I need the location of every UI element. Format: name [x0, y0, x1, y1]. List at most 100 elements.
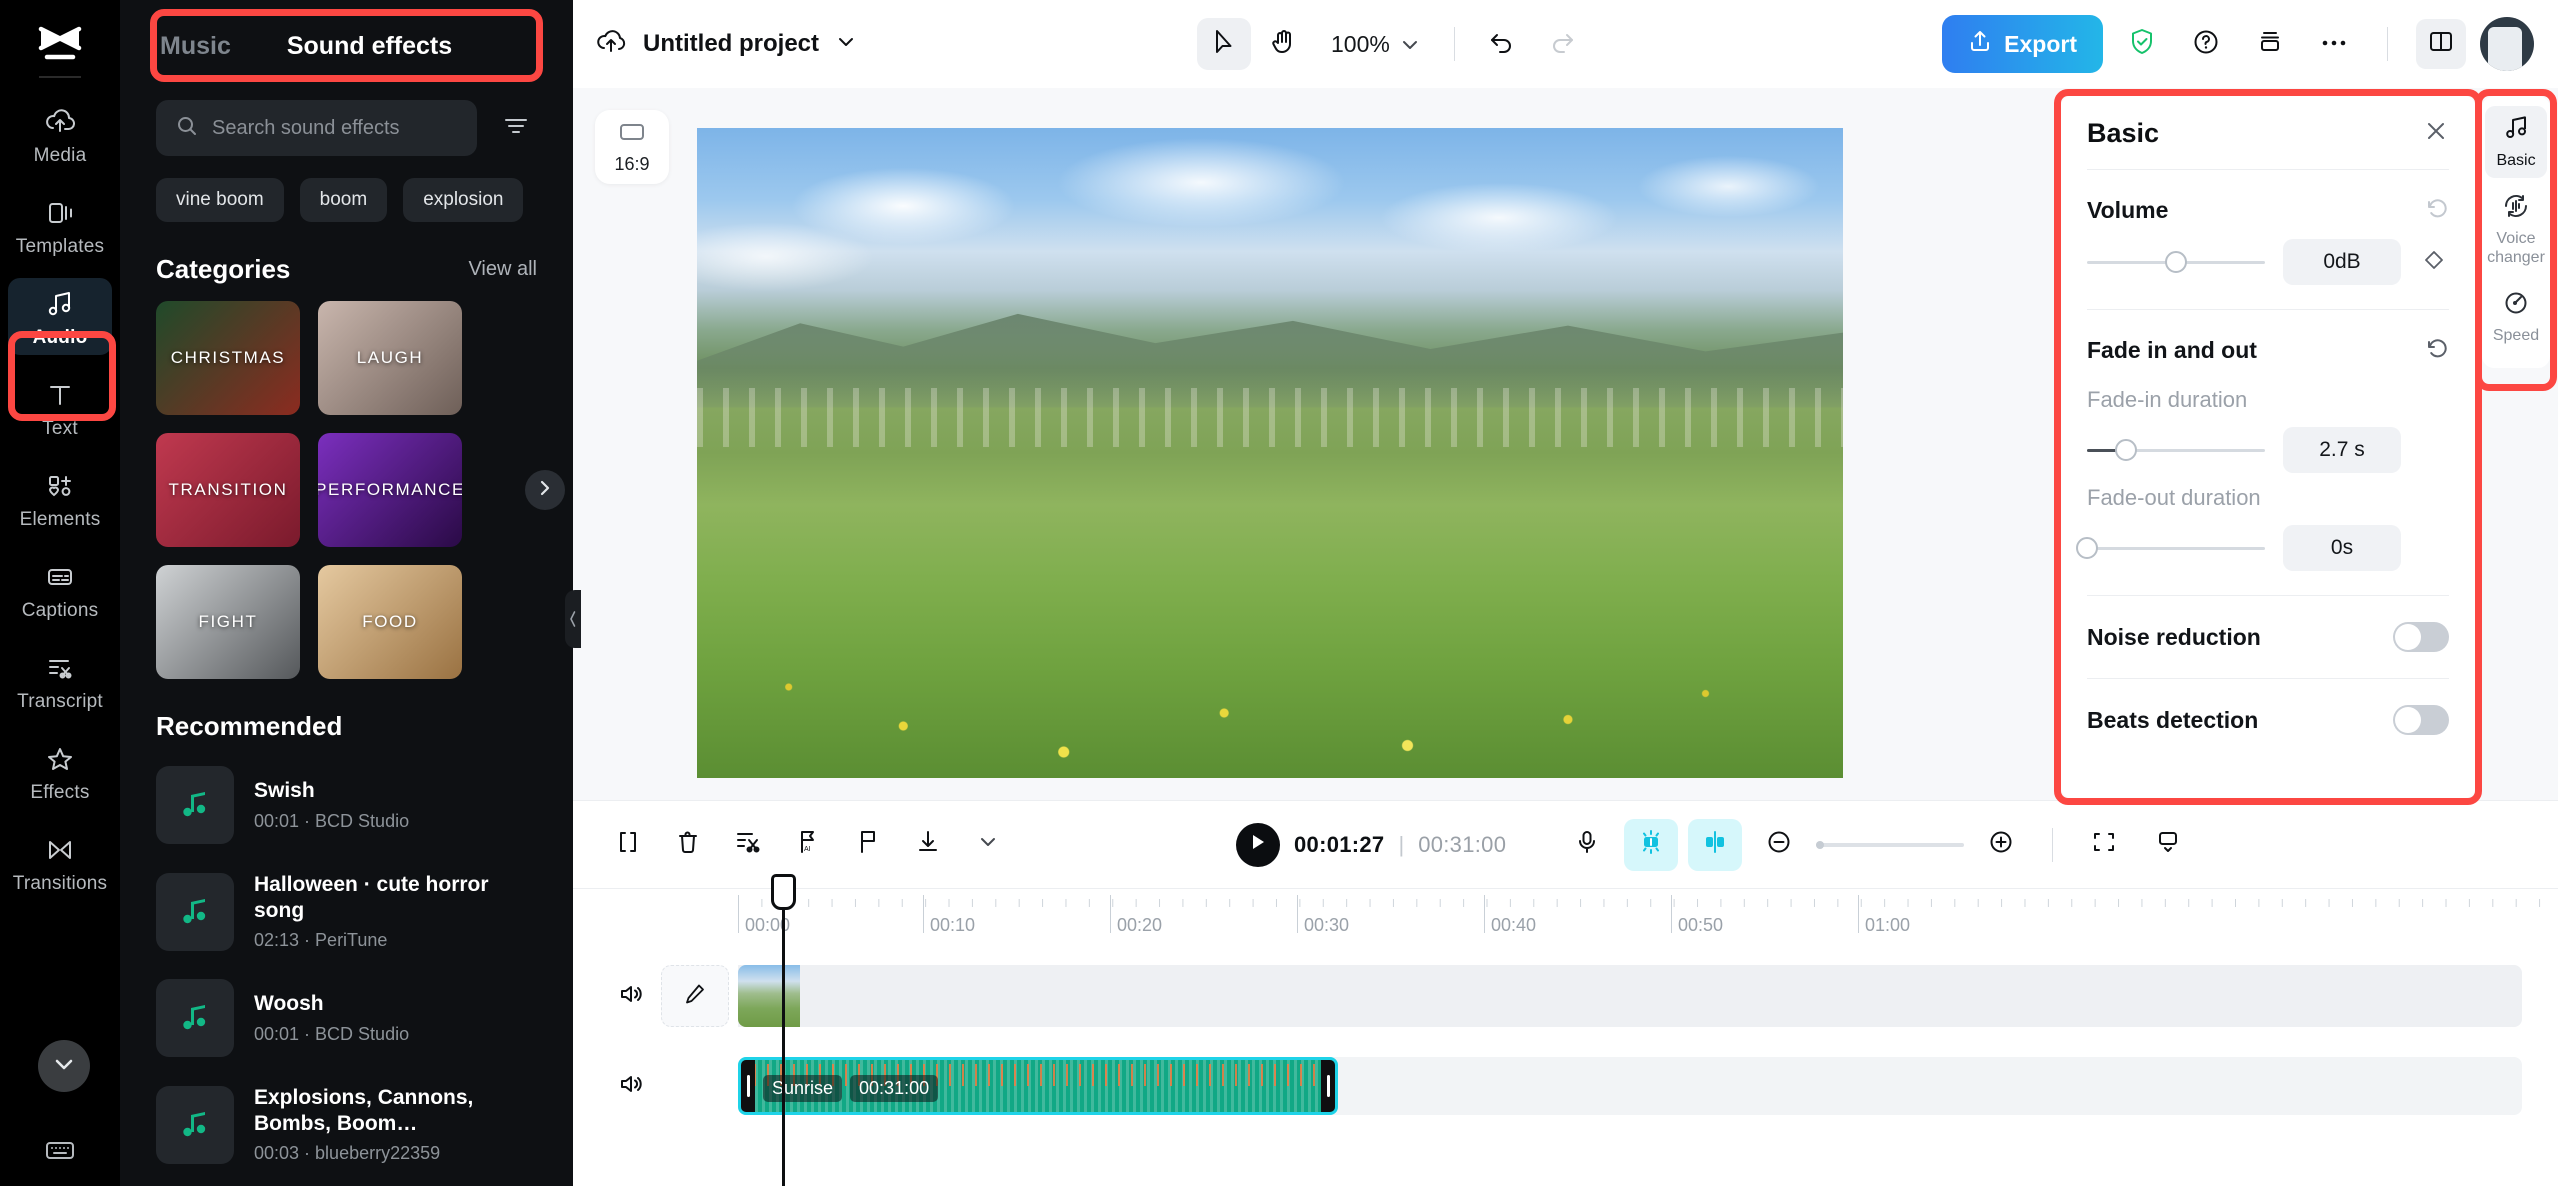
download-button[interactable] [901, 819, 955, 871]
video-preview-canvas[interactable] [697, 128, 1843, 778]
timeline-zoom-slider[interactable] [1816, 840, 1965, 849]
ai-marker-button[interactable]: AI [781, 819, 835, 871]
delete-button[interactable] [661, 819, 715, 871]
category-tile[interactable]: FOOD [318, 565, 462, 679]
sidebar-item-captions[interactable]: Captions [8, 551, 112, 628]
panel-resize-handle[interactable] [565, 590, 581, 648]
fit-to-screen-button[interactable] [2077, 819, 2131, 871]
download-more-button[interactable] [961, 819, 1015, 871]
audio-clip[interactable]: Sunrise 00:31:00 [738, 1057, 1338, 1115]
fade-out-value[interactable]: 0s [2283, 525, 2401, 571]
search-input[interactable] [212, 116, 457, 140]
track-options-button[interactable] [2141, 819, 2195, 871]
video-track-mute-button[interactable] [611, 982, 651, 1011]
sidebar-item-transitions[interactable]: Transitions [8, 824, 112, 901]
sidebar-item-text[interactable]: Text [8, 369, 112, 446]
tab-sound-effects[interactable]: Sound effects [287, 32, 452, 61]
music-note-icon [156, 1085, 234, 1164]
top-toolbar: Untitled project 100% Export [573, 0, 2558, 88]
avatar[interactable] [2480, 17, 2534, 71]
flag-icon [856, 829, 880, 860]
sidebar-item-effects[interactable]: Effects [8, 733, 112, 810]
chip-explosion[interactable]: explosion [403, 178, 524, 222]
video-clip[interactable] [738, 965, 800, 1027]
audio-track-mute-button[interactable] [611, 1072, 651, 1101]
sidebar-collapse-button[interactable] [38, 1040, 90, 1092]
volume-value[interactable]: 0dB [2283, 239, 2401, 285]
project-title[interactable]: Untitled project [643, 30, 819, 58]
layout-toggle-button[interactable] [2416, 19, 2466, 69]
volume-keyframe-button[interactable] [2419, 249, 2449, 276]
sidebar-item-audio[interactable]: Audio [8, 278, 112, 355]
sidebar-item-elements[interactable]: Elements [8, 460, 112, 537]
playhead[interactable] [771, 874, 796, 1186]
layers-button[interactable] [2245, 19, 2295, 69]
chip-vine-boom[interactable]: vine boom [156, 178, 284, 222]
fade-reset-button[interactable] [2425, 336, 2449, 365]
zoom-out-button[interactable] [1752, 819, 1806, 871]
video-edit-button[interactable] [661, 965, 729, 1027]
sidebar-item-label: Transcript [17, 691, 103, 712]
play-button[interactable] [1236, 822, 1280, 867]
search-box[interactable] [156, 100, 477, 156]
marker-button[interactable] [841, 819, 895, 871]
auto-beat-button[interactable] [1624, 818, 1679, 871]
categories-next-button[interactable] [525, 470, 565, 510]
beats-detection-toggle[interactable] [2393, 705, 2449, 735]
chip-boom[interactable]: boom [299, 178, 388, 222]
export-button[interactable]: Export [1942, 15, 2103, 73]
shield-check-button[interactable] [2117, 19, 2167, 69]
audio-clip-right-handle[interactable] [1321, 1060, 1335, 1112]
zoom-in-button[interactable] [1974, 819, 2028, 871]
keyboard-shortcuts-button[interactable] [0, 1137, 120, 1168]
noise-reduction-toggle[interactable] [2393, 622, 2449, 652]
plus-circle-icon [1988, 829, 2014, 860]
capcut-logo-icon[interactable] [30, 22, 90, 68]
noise-reduction-row: Noise reduction [2061, 596, 2475, 678]
list-item[interactable]: Halloween · cute horror song 02:13 · Per… [156, 858, 537, 965]
list-item[interactable]: Swish 00:01 · BCD Studio [156, 752, 537, 858]
fade-in-slider[interactable] [2087, 437, 2265, 463]
audio-clip-left-handle[interactable] [741, 1060, 755, 1112]
record-voiceover-button[interactable] [1560, 819, 1614, 871]
playhead-handle[interactable] [771, 874, 796, 910]
hand-tool-button[interactable] [1257, 18, 1311, 70]
category-tile[interactable]: PERFORMANCE [318, 433, 462, 547]
more-options-button[interactable] [2309, 19, 2359, 69]
vrail-item-voice-changer[interactable]: Voice changer [2485, 184, 2547, 275]
category-tile[interactable]: FIGHT [156, 565, 300, 679]
fade-out-slider[interactable] [2076, 535, 2265, 561]
sidebar-item-media[interactable]: Media [8, 96, 112, 173]
undo-button[interactable] [1475, 18, 1529, 70]
stack-icon [2256, 28, 2284, 61]
audio-library-panel: Music Sound effects Search sound effects… [120, 0, 573, 1186]
category-tile[interactable]: LAUGH [318, 301, 462, 415]
sidebar-item-templates[interactable]: Templates [8, 187, 112, 264]
category-tile[interactable]: TRANSITION [156, 433, 300, 547]
zoom-level-dropdown[interactable]: 100% [1317, 31, 1434, 58]
fade-in-value[interactable]: 2.7 s [2283, 427, 2401, 473]
vrail-item-speed[interactable]: Speed [2485, 281, 2547, 353]
filter-button[interactable] [495, 107, 537, 149]
aspect-ratio-button[interactable]: 16:9 [595, 110, 669, 184]
category-tile[interactable]: CHRISTMAS [156, 301, 300, 415]
timeline-ruler[interactable]: 00:00 00:10 00:20 00:30 00:40 00:50 01:0… [573, 888, 2558, 946]
list-item[interactable]: Woosh 00:01 · BCD Studio [156, 965, 537, 1071]
vrail-item-basic[interactable]: Basic [2485, 106, 2547, 179]
list-item[interactable]: Explosions, Cannons, Bombs, Boom… 00:03 … [156, 1071, 537, 1178]
mirror-button[interactable] [1688, 818, 1743, 871]
tab-music[interactable]: Music [160, 32, 231, 61]
help-button[interactable] [2181, 19, 2231, 69]
volume-row: 0dB [2061, 225, 2475, 309]
view-all-link[interactable]: View all [468, 258, 537, 281]
close-button[interactable] [2423, 118, 2449, 149]
cut-button[interactable] [721, 819, 775, 871]
volume-reset-button[interactable] [2425, 196, 2449, 225]
cloud-upload-icon[interactable] [595, 28, 627, 61]
chevron-down-icon[interactable] [835, 34, 857, 55]
sidebar-item-transcript[interactable]: Transcript [8, 642, 112, 719]
split-button[interactable] [601, 819, 655, 871]
volume-slider[interactable] [2087, 249, 2265, 275]
select-tool-button[interactable] [1197, 18, 1252, 70]
redo-button[interactable] [1535, 18, 1589, 70]
